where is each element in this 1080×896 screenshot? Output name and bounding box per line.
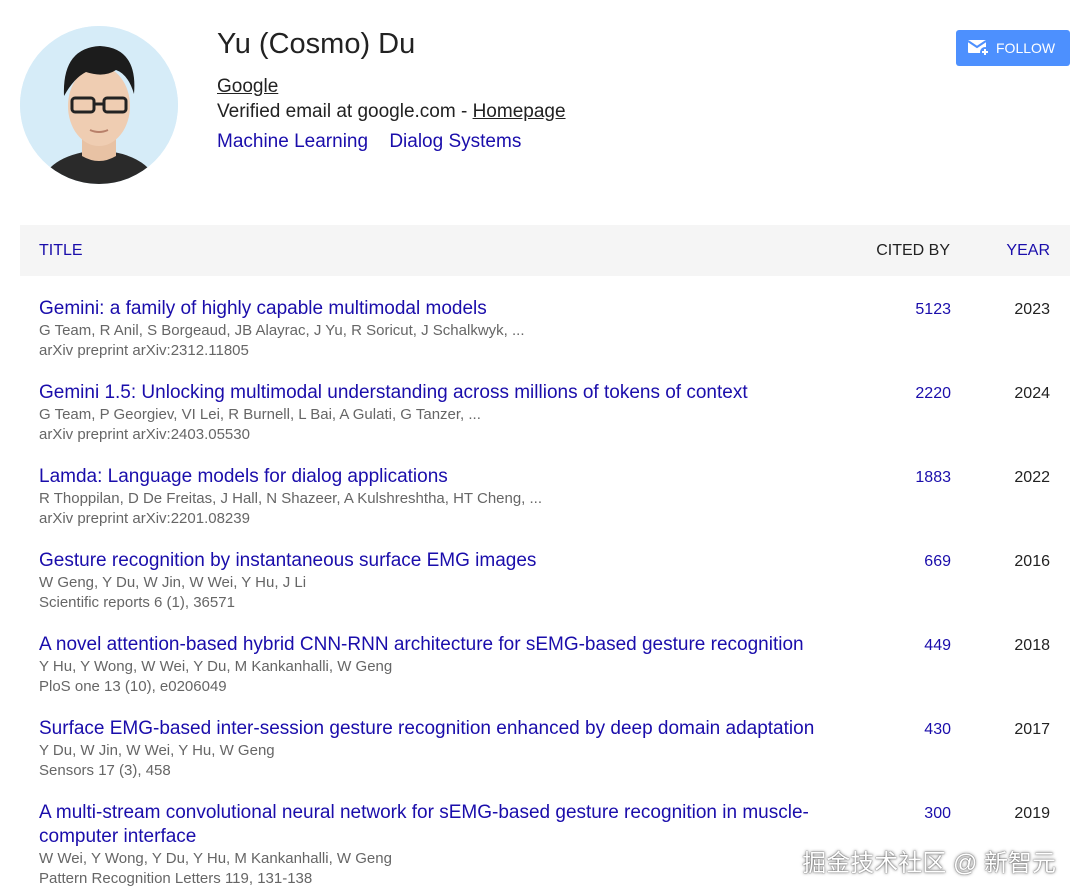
paper-venue: PloS one 13 (10), e0206049 [39,678,227,695]
table-row: Gemini 1.5: Unlocking multimodal underst… [39,381,1070,445]
watermark: 掘金技术社区 @ 新智元 [802,850,1056,877]
research-interests: Machine Learning Dialog Systems [217,131,537,153]
cited-by-count-link[interactable]: 449 [924,637,951,655]
sort-by-title[interactable]: TITLE [39,242,83,260]
sort-by-year[interactable]: YEAR [1006,242,1050,260]
cited-by-header: CITED BY [876,242,950,259]
paper-authors: W Geng, Y Du, W Jin, W Wei, Y Hu, J Li [39,574,307,591]
homepage-link[interactable]: Homepage [473,101,566,122]
table-row: Surface EMG-based inter-session gesture … [39,717,1070,781]
paper-authors: G Team, R Anil, S Borgeaud, JB Alayrac, … [39,322,525,339]
cited-by-count-link[interactable]: 2220 [915,385,951,403]
follow-button[interactable]: FOLLOW [956,30,1070,66]
paper-year: 2016 [1014,553,1050,570]
interest-link-machine-learning[interactable]: Machine Learning [217,131,368,152]
cited-by-count-link[interactable]: 300 [924,805,951,823]
paper-year: 2017 [1014,721,1050,738]
paper-authors: G Team, P Georgiev, VI Lei, R Burnell, L… [39,406,481,423]
verified-email-text: Verified email at google.com - [217,101,473,122]
table-row: A novel attention-based hybrid CNN-RNN a… [39,633,1070,697]
paper-venue: arXiv preprint arXiv:2201.08239 [39,510,250,527]
paper-title-link[interactable]: Lamda: Language models for dialog applic… [39,465,849,489]
paper-venue: Sensors 17 (3), 458 [39,762,171,779]
paper-venue: Scientific reports 6 (1), 36571 [39,594,235,611]
paper-authors: R Thoppilan, D De Freitas, J Hall, N Sha… [39,490,543,507]
cited-by-count-link[interactable]: 5123 [915,301,951,319]
paper-title-link[interactable]: Gesture recognition by instantaneous sur… [39,549,849,573]
paper-venue: arXiv preprint arXiv:2312.11805 [39,342,249,359]
table-header: TITLE CITED BY YEAR [20,225,1070,276]
paper-title-link[interactable]: A novel attention-based hybrid CNN-RNN a… [39,633,849,657]
paper-authors: Y Hu, Y Wong, W Wei, Y Du, M Kankanhalli… [39,658,393,675]
paper-year: 2019 [1014,805,1050,822]
paper-venue: arXiv preprint arXiv:2403.05530 [39,426,250,443]
interest-link-dialog-systems[interactable]: Dialog Systems [389,131,521,152]
affiliation-link[interactable]: Google [217,76,278,98]
profile-photo [20,26,178,184]
paper-year: 2023 [1014,301,1050,318]
paper-year: 2018 [1014,637,1050,654]
cited-by-count-link[interactable]: 430 [924,721,951,739]
paper-year: 2022 [1014,469,1050,486]
table-row: Gemini: a family of highly capable multi… [39,297,1070,361]
person-photo-icon [20,26,178,184]
paper-authors: Y Du, W Jin, W Wei, Y Hu, W Geng [39,742,275,759]
verified-email-line: Verified email at google.com - Homepage [217,101,566,123]
table-row: Lamda: Language models for dialog applic… [39,465,1070,529]
paper-title-link[interactable]: A multi-stream convolutional neural netw… [39,801,849,849]
email-plus-icon [968,39,990,57]
paper-title-link[interactable]: Surface EMG-based inter-session gesture … [39,717,849,741]
cited-by-count-link[interactable]: 1883 [915,469,951,487]
table-row: Gesture recognition by instantaneous sur… [39,549,1070,613]
paper-title-link[interactable]: Gemini 1.5: Unlocking multimodal underst… [39,381,849,405]
follow-button-label: FOLLOW [996,40,1056,56]
paper-title-link[interactable]: Gemini: a family of highly capable multi… [39,297,849,321]
paper-year: 2024 [1014,385,1050,402]
profile-name: Yu (Cosmo) Du [217,28,416,60]
cited-by-count-link[interactable]: 669 [924,553,951,571]
